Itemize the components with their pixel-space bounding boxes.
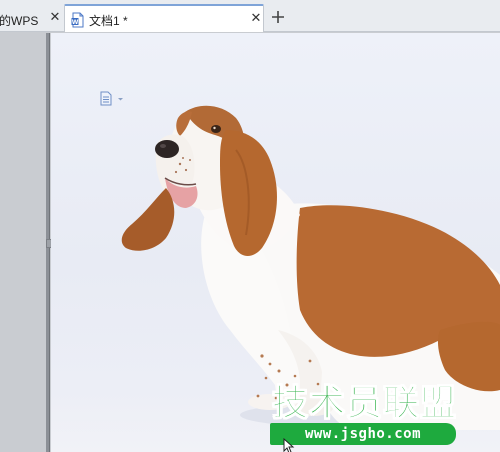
tab-close-icon[interactable]: ✕ — [48, 9, 62, 25]
tab-document-1[interactable]: W 文档1 * ✕ — [64, 4, 264, 32]
document-page[interactable]: 技术员联盟 www.jsgho.com — [51, 33, 500, 452]
document-page-icon[interactable] — [100, 91, 128, 107]
tab-label: 的WPS — [0, 14, 39, 28]
svg-text:W: W — [72, 19, 79, 26]
plus-icon[interactable] — [268, 6, 288, 28]
watermark-title: 技术员联盟 — [271, 383, 458, 424]
writer-document-icon: W — [71, 12, 84, 28]
mouse-cursor-icon — [283, 438, 295, 452]
workspace-margin — [0, 33, 46, 452]
watermark-url: www.jsgho.com — [270, 423, 456, 445]
tab-bar: 的WPS ✕ W 文档1 * ✕ — [0, 0, 500, 32]
tab-close-icon[interactable]: ✕ — [249, 10, 263, 26]
tab-label: 文档1 * — [89, 14, 128, 28]
tab-wps-home[interactable]: 的WPS ✕ — [0, 5, 64, 32]
